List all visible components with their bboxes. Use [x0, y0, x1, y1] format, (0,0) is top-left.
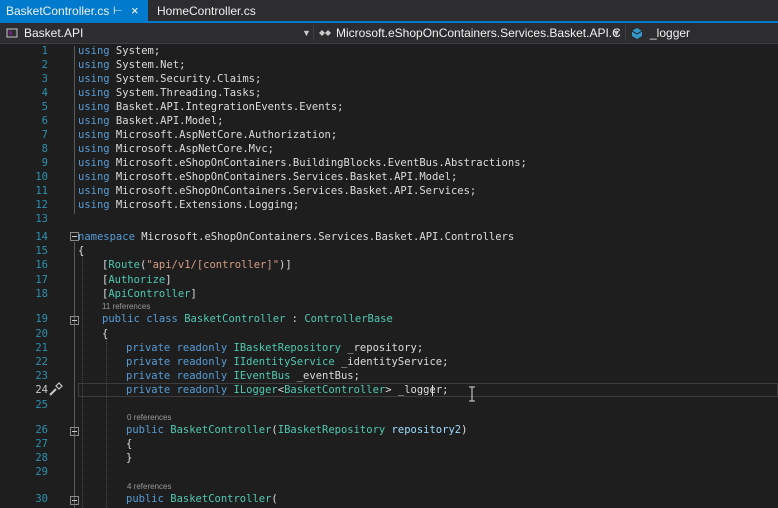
field-icon: [631, 28, 643, 39]
ibeam-cursor-icon: [469, 386, 475, 402]
line-number: 20: [35, 328, 48, 340]
code-editor[interactable]: 1 2 3 4 5 6 7 8 9 10 11 12 13 14 15 16 1…: [0, 44, 778, 508]
line-number: 1: [41, 45, 48, 57]
outlining-bar: [74, 328, 75, 404]
code-line: using Microsoft.eShopOnContainers.Servic…: [78, 185, 477, 197]
code-line: [Authorize]: [102, 274, 172, 286]
line-number: 15: [35, 245, 48, 257]
class-dropdown[interactable]: Microsoft.eShopOnContainers.Services.Bas…: [316, 23, 624, 43]
line-number: 10: [35, 171, 48, 183]
code-line: public class BasketController : Controll…: [102, 313, 393, 325]
line-number: 29: [35, 466, 48, 478]
line-number: 12: [35, 199, 48, 211]
line-number: 27: [35, 438, 48, 450]
class-name: Microsoft.eShopOnContainers.Services.Bas…: [336, 26, 621, 40]
line-number: 7: [41, 129, 48, 141]
line-number: 8: [41, 143, 48, 155]
line-number: 11: [35, 185, 48, 197]
chevron-down-icon: ▼: [612, 28, 621, 38]
indent-guide: [82, 254, 83, 508]
code-line: private readonly IBasketRepository _repo…: [126, 342, 424, 354]
code-line: using System;: [78, 45, 161, 57]
member-dropdown[interactable]: _logger: [628, 23, 778, 43]
indent-guide: [106, 339, 107, 508]
code-line: using Basket.API.Model;: [78, 115, 224, 127]
codelens-references[interactable]: 4 references: [127, 482, 171, 492]
code-line: using Microsoft.eShopOnContainers.Servic…: [78, 171, 458, 183]
line-number: 18: [35, 288, 48, 300]
code-line: }: [126, 452, 133, 464]
collapse-icon[interactable]: [70, 427, 79, 436]
csharp-project-icon: [6, 28, 18, 38]
divider: [625, 25, 626, 41]
tab-label: BasketController.cs: [6, 4, 110, 18]
line-number: 13: [35, 213, 48, 225]
code-line: namespace Microsoft.eShopOnContainers.Se…: [78, 231, 515, 243]
code-line: public BasketController(: [126, 493, 278, 505]
line-number: 25: [35, 399, 48, 411]
codelens-references[interactable]: 11 references: [102, 302, 150, 312]
code-line: private readonly IEventBus _eventBus;: [126, 370, 360, 382]
chevron-down-icon: ▼: [302, 28, 311, 38]
class-icon: [319, 30, 331, 36]
divider: [313, 25, 314, 41]
line-number: 17: [35, 274, 48, 286]
code-line: using System.Security.Claims;: [78, 73, 262, 85]
screwdriver-icon[interactable]: [47, 382, 63, 398]
line-number: 2: [41, 59, 48, 71]
pin-icon[interactable]: ⊢: [113, 0, 123, 22]
code-line: {: [126, 438, 133, 450]
line-number: 19: [35, 313, 48, 325]
line-number: 16: [35, 259, 48, 271]
collapse-icon[interactable]: [70, 316, 79, 325]
member-name: _logger: [650, 26, 691, 40]
outlining-bar: [74, 46, 75, 214]
code-line: using Microsoft.AspNetCore.Mvc;: [78, 143, 274, 155]
code-line: [ApiController]: [102, 288, 197, 300]
code-line: using Microsoft.AspNetCore.Authorization…: [78, 129, 338, 141]
project-dropdown[interactable]: Basket.API ▼: [2, 23, 312, 43]
code-line: [Route("api/v1/[controller]")]: [102, 259, 292, 271]
line-number: 3: [41, 73, 48, 85]
line-number: 14: [35, 231, 48, 243]
line-number: 26: [35, 424, 48, 436]
tab-basketcontroller[interactable]: BasketController.cs ⊢ ×: [0, 0, 148, 21]
document-tab-bar: BasketController.cs ⊢ × HomeController.c…: [0, 0, 778, 23]
line-number: 5: [41, 101, 48, 113]
line-number: 6: [41, 115, 48, 127]
indicator-margin: [0, 44, 20, 508]
line-number: 21: [35, 342, 48, 354]
code-line: {: [78, 245, 85, 257]
line-number: 4: [41, 87, 48, 99]
code-line: using Microsoft.eShopOnContainers.Buildi…: [78, 157, 527, 169]
line-number: 22: [35, 356, 48, 368]
code-line: private readonly IIdentityService _ident…: [126, 356, 449, 368]
code-line: using System.Threading.Tasks;: [78, 87, 262, 99]
code-line: using Basket.API.IntegrationEvents.Event…: [78, 101, 344, 113]
text-caret: [432, 385, 433, 396]
line-number: 24: [35, 384, 48, 396]
navigation-bar: Basket.API ▼ Microsoft.eShopOnContainers…: [0, 23, 778, 44]
collapse-icon[interactable]: [70, 496, 79, 505]
codelens-references[interactable]: 0 references: [127, 413, 171, 423]
tab-label: HomeController.cs: [157, 4, 256, 18]
line-number: 28: [35, 452, 48, 464]
code-line: public BasketController(IBasketRepositor…: [126, 424, 468, 436]
line-number: 9: [41, 157, 48, 169]
line-number: 30: [35, 493, 48, 505]
code-line: using System.Net;: [78, 59, 186, 71]
code-line: private readonly ILogger<BasketControlle…: [126, 384, 449, 396]
code-line: using Microsoft.Extensions.Logging;: [78, 199, 300, 211]
project-name: Basket.API: [24, 26, 84, 40]
code-line: {: [102, 328, 109, 340]
line-number: 23: [35, 370, 48, 382]
tab-homecontroller[interactable]: HomeController.cs: [148, 0, 266, 21]
close-icon[interactable]: ×: [131, 0, 139, 22]
